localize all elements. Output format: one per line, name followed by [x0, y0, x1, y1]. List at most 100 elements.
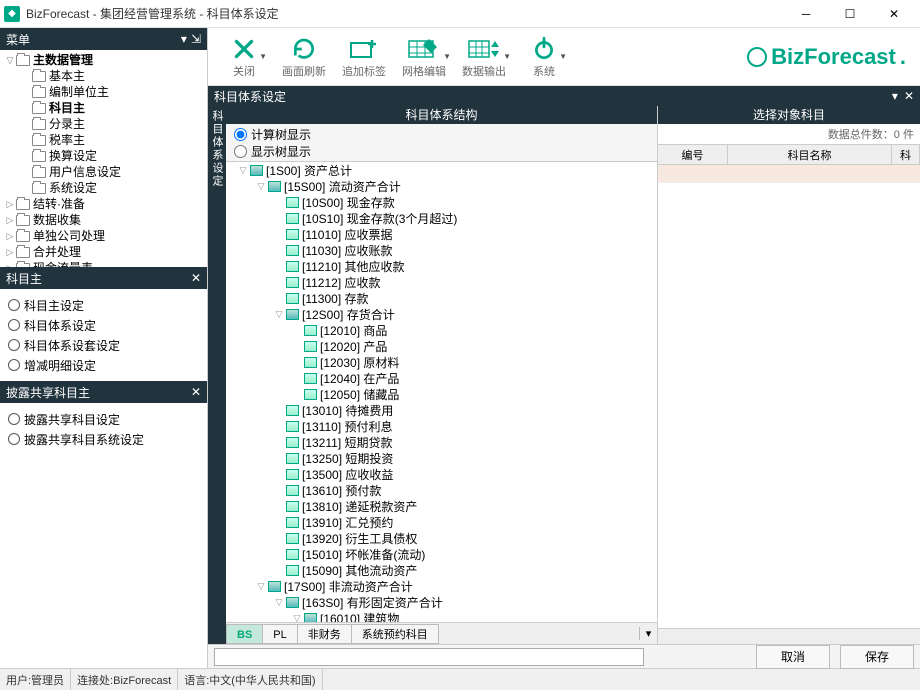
account-node[interactable]: [13910] 汇兑预约 — [226, 514, 657, 530]
menu-tree[interactable]: ▽主数据管理基本主编制单位主科目主分录主税率主换算设定用户信息设定系统设定▷结转… — [0, 50, 207, 267]
account-node[interactable]: [15010] 坏帐准备(流动) — [226, 546, 657, 562]
menu-item[interactable]: 科目主 — [0, 100, 207, 116]
account-node[interactable]: ▽[16010] 建筑物 — [226, 610, 657, 622]
account-node[interactable]: ▽[12S00] 存货合计 — [226, 306, 657, 322]
account-node[interactable]: [13110] 预付利息 — [226, 418, 657, 434]
menu-item[interactable]: ▷数据收集 — [0, 212, 207, 228]
subject-panel-header[interactable]: 科目主 ✕ — [0, 267, 207, 289]
toggle-icon[interactable]: ▽ — [236, 165, 250, 176]
tool-export[interactable]: ▼数据输出 — [456, 35, 512, 79]
menu-item[interactable]: ▷单独公司处理 — [0, 228, 207, 244]
account-node[interactable]: [13250] 短期投资 — [226, 450, 657, 466]
system-icon: ▼ — [531, 35, 557, 63]
save-button[interactable]: 保存 — [840, 645, 914, 669]
menu-item[interactable]: 换算设定 — [0, 148, 207, 164]
account-node[interactable]: ▽[15S00] 流动资产合计 — [226, 178, 657, 194]
tool-label: 数据输出 — [462, 63, 506, 79]
account-node[interactable]: [11300] 存款 — [226, 290, 657, 306]
settings-item[interactable]: 披露共享科目系统设定 — [8, 429, 199, 449]
col-id[interactable]: 编号 — [658, 145, 728, 164]
disclosure-panel-header[interactable]: 披露共享科目主 ✕ — [0, 381, 207, 403]
vertical-tab[interactable]: 科目体系设定 — [208, 106, 226, 644]
account-tree[interactable]: ▽[1S00] 资产总计▽[15S00] 流动资产合计[10S00] 现金存款[… — [226, 162, 657, 622]
menu-item[interactable]: ▽主数据管理 — [0, 52, 207, 68]
pin2-icon[interactable]: ⇲ — [191, 32, 201, 46]
bottom-tab-非财务[interactable]: 非财务 — [297, 624, 352, 644]
tool-add-tab[interactable]: 追加标签 — [336, 35, 392, 79]
menu-item[interactable]: 分录主 — [0, 116, 207, 132]
col-type[interactable]: 科 — [892, 145, 920, 164]
account-node[interactable]: [10S00] 现金存款 — [226, 194, 657, 210]
maximize-button[interactable]: ☐ — [828, 1, 872, 27]
close-button[interactable]: ✕ — [872, 1, 916, 27]
grid-body[interactable] — [658, 165, 920, 628]
account-node[interactable]: [13211] 短期贷款 — [226, 434, 657, 450]
toggle-icon[interactable]: ▽ — [272, 309, 286, 320]
minimize-button[interactable]: ─ — [784, 1, 828, 27]
tool-close[interactable]: ▼关闭 — [216, 35, 272, 79]
menu-item[interactable]: 编制单位主 — [0, 84, 207, 100]
settings-item[interactable]: 披露共享科目设定 — [8, 409, 199, 429]
account-node[interactable]: ▽[163S0] 有形固定资产合计 — [226, 594, 657, 610]
account-node[interactable]: [13010] 待摊费用 — [226, 402, 657, 418]
gear-icon — [8, 359, 20, 371]
bottom-tab-BS[interactable]: BS — [226, 624, 263, 644]
collapse-icon[interactable]: ✕ — [191, 271, 201, 285]
toggle-icon[interactable]: ▽ — [254, 581, 268, 592]
settings-item[interactable]: 增减明细设定 — [8, 355, 199, 375]
account-node[interactable]: [11210] 其他应收款 — [226, 258, 657, 274]
menu-item[interactable]: ▷结转·准备 — [0, 196, 207, 212]
menu-item[interactable]: 系统设定 — [0, 180, 207, 196]
grid-hscroll[interactable] — [658, 628, 920, 644]
account-node[interactable]: [12050] 储藏品 — [226, 386, 657, 402]
toggle-icon[interactable]: ▽ — [290, 613, 304, 623]
account-node[interactable]: ▽[17S00] 非流动资产合计 — [226, 578, 657, 594]
account-node[interactable]: [10S10] 现金存款(3个月超过) — [226, 210, 657, 226]
filter-input[interactable] — [214, 648, 644, 666]
account-node[interactable]: [12040] 在产品 — [226, 370, 657, 386]
radio-calc-tree[interactable]: 计算树显示 — [234, 126, 649, 142]
account-node[interactable]: [11212] 应收款 — [226, 274, 657, 290]
toggle-icon[interactable]: ▽ — [272, 597, 286, 608]
pin-icon[interactable]: ▾ — [181, 32, 187, 46]
settings-item[interactable]: 科目体系设套设定 — [8, 335, 199, 355]
tab-dropdown-icon[interactable]: ▾ — [892, 89, 898, 103]
account-node[interactable]: [11010] 应收票据 — [226, 226, 657, 242]
tool-refresh[interactable]: 画面刷新 — [276, 35, 332, 79]
account-node[interactable]: [11030] 应收账款 — [226, 242, 657, 258]
settings-item[interactable]: 科目体系设定 — [8, 315, 199, 335]
menu-item[interactable]: ▷现金流量表 — [0, 260, 207, 267]
col-name[interactable]: 科目名称 — [728, 145, 892, 164]
menu-item-label: 税率主 — [49, 132, 85, 148]
tool-system[interactable]: ▼系统 — [516, 35, 572, 79]
menu-item-label: 合并处理 — [33, 244, 81, 260]
menu-item[interactable]: 税率主 — [0, 132, 207, 148]
account-node[interactable]: [12030] 原材料 — [226, 354, 657, 370]
tab-close-icon[interactable]: ✕ — [904, 89, 914, 103]
settings-item[interactable]: 科目主设定 — [8, 295, 199, 315]
account-node-label: [13211] 短期贷款 — [302, 434, 392, 451]
menu-item[interactable]: 基本主 — [0, 68, 207, 84]
bottom-tab-系统预约科目[interactable]: 系统预约科目 — [351, 624, 439, 644]
account-node[interactable]: [13810] 递延税款资产 — [226, 498, 657, 514]
leaf-node-icon — [304, 373, 317, 384]
radio-display-tree[interactable]: 显示树显示 — [234, 143, 649, 159]
status-user: 用户:管理员 — [0, 669, 71, 690]
menu-item[interactable]: 用户信息设定 — [0, 164, 207, 180]
menu-panel-header: 菜单 ▾⇲ — [0, 28, 207, 50]
account-node[interactable]: [12010] 商品 — [226, 322, 657, 338]
toggle-icon[interactable]: ▽ — [254, 181, 268, 192]
cancel-button[interactable]: 取消 — [756, 645, 830, 669]
account-node[interactable]: [15090] 其他流动资产 — [226, 562, 657, 578]
account-node[interactable]: [13500] 应收收益 — [226, 466, 657, 482]
tool-grid-edit[interactable]: ▼网格编辑 — [396, 35, 452, 79]
bottom-tab-PL[interactable]: PL — [262, 624, 297, 644]
settings-item-label: 科目主设定 — [24, 297, 84, 314]
account-node[interactable]: ▽[1S00] 资产总计 — [226, 162, 657, 178]
account-node[interactable]: [13610] 预付款 — [226, 482, 657, 498]
menu-item[interactable]: ▷合并处理 — [0, 244, 207, 260]
account-node[interactable]: [13920] 衍生工具债权 — [226, 530, 657, 546]
tab-overflow-icon[interactable]: ▾ — [639, 627, 657, 640]
collapse-icon[interactable]: ✕ — [191, 385, 201, 399]
account-node[interactable]: [12020] 产品 — [226, 338, 657, 354]
